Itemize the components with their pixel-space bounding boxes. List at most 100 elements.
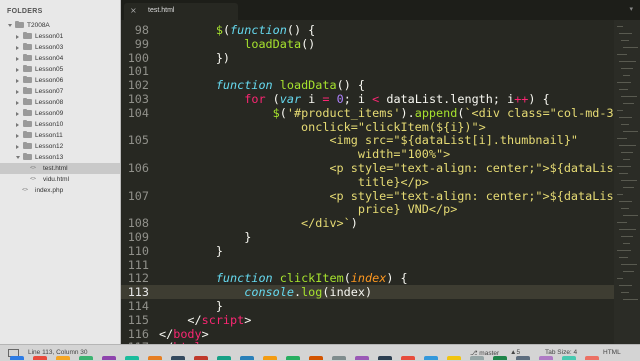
code-line[interactable]: 112 function clickItem(index) {	[121, 271, 640, 285]
code-text: </body>	[159, 326, 209, 341]
code-line[interactable]: 99 loadData()	[121, 37, 640, 51]
dock-app-icon[interactable]	[355, 356, 369, 360]
dock-app-icon[interactable]	[171, 356, 185, 360]
line-number: 98	[134, 23, 149, 37]
dock-app-icon[interactable]	[79, 356, 93, 360]
code-line[interactable]: 107 <p style="text-align: center;">${dat…	[121, 189, 640, 203]
folder-item[interactable]: Lesson03	[0, 42, 120, 53]
chevron-right-icon[interactable]	[16, 112, 19, 116]
chevron-down-icon[interactable]	[16, 156, 20, 159]
folder-item[interactable]: Lesson10	[0, 119, 120, 130]
syntax-mode[interactable]: HTML	[603, 349, 621, 356]
code-line[interactable]: 109 }	[121, 230, 640, 244]
dock-app-icon[interactable]	[240, 356, 254, 360]
chevron-right-icon[interactable]	[16, 68, 19, 72]
dock-app-icon[interactable]	[378, 356, 392, 360]
code-line[interactable]: 111	[121, 258, 640, 272]
chevron-right-icon[interactable]	[16, 46, 19, 50]
file-item[interactable]: <> index.php	[0, 185, 120, 196]
dock-app-icon[interactable]	[263, 356, 277, 360]
code-line[interactable]: 116 </body>	[121, 327, 640, 341]
folder-item[interactable]: Lesson05	[0, 64, 120, 75]
minimap-line	[617, 250, 631, 251]
folder-item[interactable]: Lesson04	[0, 53, 120, 64]
code-editor[interactable]: 98 $(function() {99 loadData() 100 }) 101 1…	[121, 20, 640, 344]
chevron-right-icon[interactable]	[16, 101, 19, 105]
minimap-line	[619, 229, 636, 230]
dock-app-icon[interactable]	[102, 356, 116, 360]
code-line[interactable]: 98 $(function() {	[121, 23, 640, 37]
dock-app-icon[interactable]	[332, 356, 346, 360]
folder-item[interactable]: Lesson07	[0, 86, 120, 97]
folder-item[interactable]: Lesson09	[0, 108, 120, 119]
chevron-down-icon[interactable]	[8, 24, 12, 27]
code-line[interactable]: 103 for (var i = 0; i < dataList.length;…	[121, 92, 640, 106]
code-line[interactable]: 114 }	[121, 299, 640, 313]
tab-test-html[interactable]: × test.html	[124, 3, 238, 20]
tree-item-label: Lesson13	[35, 154, 64, 161]
folder-item[interactable]: Lesson06	[0, 75, 120, 86]
chevron-right-icon[interactable]	[16, 57, 19, 61]
dock-app-icon[interactable]	[424, 356, 438, 360]
tree-item-label: Lesson05	[35, 66, 64, 73]
folder-item[interactable]: Lesson13	[0, 152, 120, 163]
dock-app-icon[interactable]	[585, 356, 599, 360]
code-line[interactable]: width="100%">	[121, 147, 640, 161]
dock-app-icon[interactable]	[539, 356, 553, 360]
dock-app-icon[interactable]	[194, 356, 208, 360]
dock-app-icon[interactable]	[401, 356, 415, 360]
dock-app-icon[interactable]	[125, 356, 139, 360]
code-line[interactable]: 105 <img src="${dataList[i].thumbnail}"	[121, 133, 640, 147]
dock-app-icon[interactable]	[562, 356, 576, 360]
tree-item-label: Lesson03	[35, 44, 64, 51]
code-line[interactable]: 113 console.log(index)	[121, 285, 640, 300]
file-item[interactable]: <> vidu.html	[0, 174, 120, 185]
code-line[interactable]: title}</p>	[121, 175, 640, 189]
minimap-line	[617, 278, 623, 279]
close-icon[interactable]: ×	[130, 6, 137, 15]
folder-item[interactable]: Lesson01	[0, 31, 120, 42]
minimap-line	[621, 236, 633, 237]
dock-app-icon[interactable]	[447, 356, 461, 360]
dock-app-icon[interactable]	[493, 356, 507, 360]
code-line[interactable]: price} VND</p>	[121, 202, 640, 216]
chevron-right-icon[interactable]	[16, 90, 19, 94]
dock-app-icon[interactable]	[217, 356, 231, 360]
tree-item-label: Lesson06	[35, 77, 64, 84]
code-line[interactable]: 100 })	[121, 51, 640, 65]
dock-app-icon[interactable]	[516, 356, 530, 360]
code-line[interactable]: 101	[121, 64, 640, 78]
code-line[interactable]: 108 </div>`)	[121, 216, 640, 230]
minimap[interactable]	[614, 20, 640, 344]
tree-item-label: test.html	[43, 165, 68, 172]
folder-item[interactable]: Lesson11	[0, 130, 120, 141]
file-icon: <>	[30, 176, 37, 182]
folder-item[interactable]: T2008A	[0, 20, 120, 31]
chevron-right-icon[interactable]	[16, 123, 19, 127]
minimap-line	[619, 285, 632, 286]
dock-app-icon[interactable]	[286, 356, 300, 360]
chevron-right-icon[interactable]	[16, 35, 19, 39]
chevron-right-icon[interactable]	[16, 134, 19, 138]
dock-app-icon[interactable]	[470, 356, 484, 360]
dock-app-icon[interactable]	[10, 356, 24, 360]
folder-item[interactable]: Lesson08	[0, 97, 120, 108]
folder-item[interactable]: Lesson12	[0, 141, 120, 152]
dock-app-icon[interactable]	[56, 356, 70, 360]
code-line[interactable]: 115 </script>	[121, 313, 640, 327]
dock-app-icon[interactable]	[148, 356, 162, 360]
dock-app-icon[interactable]	[33, 356, 47, 360]
chevron-right-icon[interactable]	[16, 79, 19, 83]
dock-app-icon[interactable]	[309, 356, 323, 360]
code-line[interactable]: 102 function loadData() {	[121, 78, 640, 92]
chevron-right-icon[interactable]	[16, 145, 19, 149]
tab-size[interactable]: Tab Size: 4	[545, 349, 577, 356]
code-line[interactable]: 110 }	[121, 244, 640, 258]
chevron-down-icon[interactable]: ▾	[629, 5, 633, 13]
code-line[interactable]: onclick="clickItem(${i})">	[121, 120, 640, 134]
file-item[interactable]: <> test.html	[0, 163, 120, 174]
minimap-line	[619, 145, 636, 146]
code-line[interactable]: 104 $('#product_items').append(`<div cla…	[121, 106, 640, 120]
tab-label: test.html	[148, 7, 175, 14]
code-line[interactable]: 106 <p style="text-align: center;">${dat…	[121, 161, 640, 175]
